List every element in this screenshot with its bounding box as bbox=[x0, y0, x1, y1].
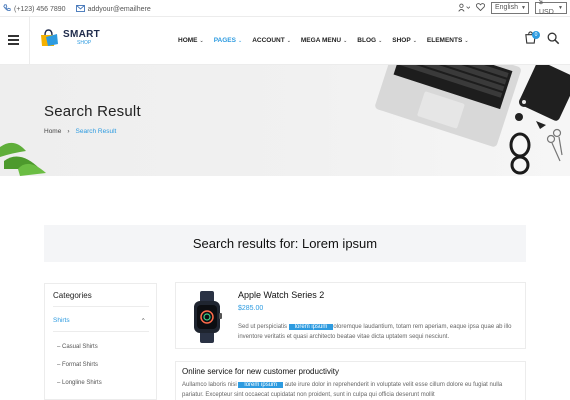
desc-text: Sed ut perspiciatis bbox=[238, 324, 288, 330]
nav-label: SHOP bbox=[392, 37, 411, 44]
breadcrumb: Home › Search Result bbox=[44, 128, 116, 135]
breadcrumb-separator-icon: › bbox=[67, 128, 70, 135]
chevron-down-icon: ⌄ bbox=[237, 37, 243, 44]
desc-text: Aullamco laboris nisi bbox=[182, 382, 237, 388]
logo-line2: SHOP bbox=[77, 40, 92, 46]
sidebar-divider bbox=[53, 306, 149, 307]
category-shirts[interactable]: Shirts ⌃ bbox=[53, 317, 146, 325]
nav-label: MEGA MENU bbox=[300, 37, 342, 44]
nav-item-home[interactable]: HOME ⌄ bbox=[178, 37, 204, 44]
page-hero: Search Result Home › Search Result bbox=[0, 65, 570, 176]
page-title: Search Result bbox=[44, 103, 141, 120]
chevron-down-icon: ▼ bbox=[520, 5, 526, 11]
post-title[interactable]: Online service for new customer producti… bbox=[182, 367, 339, 376]
categories-title: Categories bbox=[53, 291, 92, 300]
search-highlight: lorem ipsum bbox=[238, 382, 284, 388]
hero-desk-image bbox=[0, 65, 570, 176]
smartwatch-product-image[interactable] bbox=[188, 291, 228, 343]
post-result-card[interactable]: Online service for new customer producti… bbox=[175, 361, 526, 400]
user-icon[interactable] bbox=[458, 3, 471, 14]
site-logo[interactable]: SMART SHOP bbox=[39, 29, 100, 47]
chevron-down-icon: ⌄ bbox=[343, 37, 348, 44]
search-results-heading: Search results for: Lorem ipsum bbox=[192, 236, 378, 251]
phone-contact[interactable]: (+123) 456 7890 bbox=[3, 4, 66, 14]
chevron-down-icon: ▼ bbox=[558, 5, 563, 11]
main-nav: HOME ⌄ PAGES ⌄ ACCOUNT ⌄ MEGA MENU ⌄ BLOG ⌄ S… bbox=[178, 37, 469, 44]
email-contact[interactable]: addyour@emailhere bbox=[75, 4, 151, 14]
product-description: Sed ut perspiciatis lorem ipsum oloremque… bbox=[238, 322, 520, 342]
breadcrumb-current: Search Result bbox=[75, 128, 117, 135]
hamburger-menu-icon[interactable] bbox=[8, 35, 19, 47]
currency-select[interactable]: $ USD ▼ bbox=[535, 0, 567, 16]
nav-item-blog[interactable]: BLOG ⌄ bbox=[357, 37, 382, 44]
subcategory-label: Longline Shirts bbox=[62, 380, 102, 386]
language-value: English bbox=[495, 4, 518, 11]
chevron-down-icon: ⌄ bbox=[464, 37, 469, 44]
post-description: Aullamco laboris nisi lorem ipsum aute i… bbox=[182, 380, 518, 400]
categories-sidebar: Categories Shirts ⌃ – Casual Shirts – Fo… bbox=[44, 283, 157, 400]
sidebar-divider bbox=[53, 331, 149, 332]
mail-icon bbox=[75, 4, 85, 14]
search-icon[interactable] bbox=[547, 32, 560, 50]
logo-line1: SMART bbox=[63, 29, 101, 40]
chevron-down-icon: ⌄ bbox=[199, 37, 204, 44]
logo-text: SMART SHOP bbox=[63, 29, 101, 47]
chevron-down-icon: ⌄ bbox=[378, 37, 383, 44]
subcategory-item[interactable]: – Casual Shirts bbox=[57, 344, 156, 350]
subcategory-label: Casual Shirts bbox=[62, 344, 98, 350]
phone-number: (+123) 456 7890 bbox=[14, 5, 66, 13]
subcategory-item[interactable]: – Format Shirts bbox=[57, 362, 156, 368]
header-divider bbox=[29, 17, 30, 65]
nav-item-pages[interactable]: PAGES ⌄ bbox=[214, 37, 242, 44]
top-bar: (+123) 456 7890 addyour@emailhere Englis… bbox=[0, 0, 570, 17]
language-select[interactable]: English ▼ bbox=[491, 2, 529, 14]
nav-label: ACCOUNT bbox=[252, 37, 285, 44]
subcategory-list: – Casual Shirts – Format Shirts – Longli… bbox=[57, 344, 156, 386]
chevron-down-icon: ⌄ bbox=[412, 37, 417, 44]
phone-icon bbox=[3, 4, 11, 14]
subcategory-item[interactable]: – Longline Shirts bbox=[57, 380, 156, 386]
product-result-card[interactable]: Apple Watch Series 2 $285.00 Sed ut pers… bbox=[175, 282, 526, 349]
chevron-down-icon: ⌄ bbox=[286, 37, 291, 44]
search-highlight: lorem ipsum bbox=[288, 324, 334, 330]
nav-label: HOME bbox=[178, 37, 198, 44]
currency-value: $ USD bbox=[539, 0, 554, 16]
nav-item-shop[interactable]: SHOP ⌄ bbox=[392, 37, 417, 44]
shopping-bag-logo-icon bbox=[39, 29, 59, 47]
email-address: addyour@emailhere bbox=[87, 5, 151, 13]
search-results-banner: Search results for: Lorem ipsum bbox=[44, 225, 526, 262]
nav-item-mega-menu[interactable]: MEGA MENU ⌄ bbox=[301, 37, 347, 44]
nav-item-account[interactable]: ACCOUNT ⌄ bbox=[252, 37, 291, 44]
nav-label: BLOG bbox=[357, 37, 377, 44]
subcategory-label: Format Shirts bbox=[62, 362, 99, 368]
main-header: SMART SHOP HOME ⌄ PAGES ⌄ ACCOUNT ⌄ MEGA ME… bbox=[0, 17, 570, 65]
breadcrumb-home[interactable]: Home bbox=[44, 128, 61, 135]
nav-label: PAGES bbox=[213, 37, 236, 44]
nav-label: ELEMENTS bbox=[426, 37, 463, 44]
category-label: Shirts bbox=[53, 317, 70, 324]
heart-icon[interactable] bbox=[475, 3, 486, 13]
product-price: $285.00 bbox=[238, 305, 264, 312]
nav-item-elements[interactable]: ELEMENTS ⌄ bbox=[427, 37, 469, 44]
cart-count-badge: 0 bbox=[532, 31, 540, 39]
product-name[interactable]: Apple Watch Series 2 bbox=[238, 290, 324, 300]
chevron-up-icon: ⌃ bbox=[140, 318, 146, 325]
